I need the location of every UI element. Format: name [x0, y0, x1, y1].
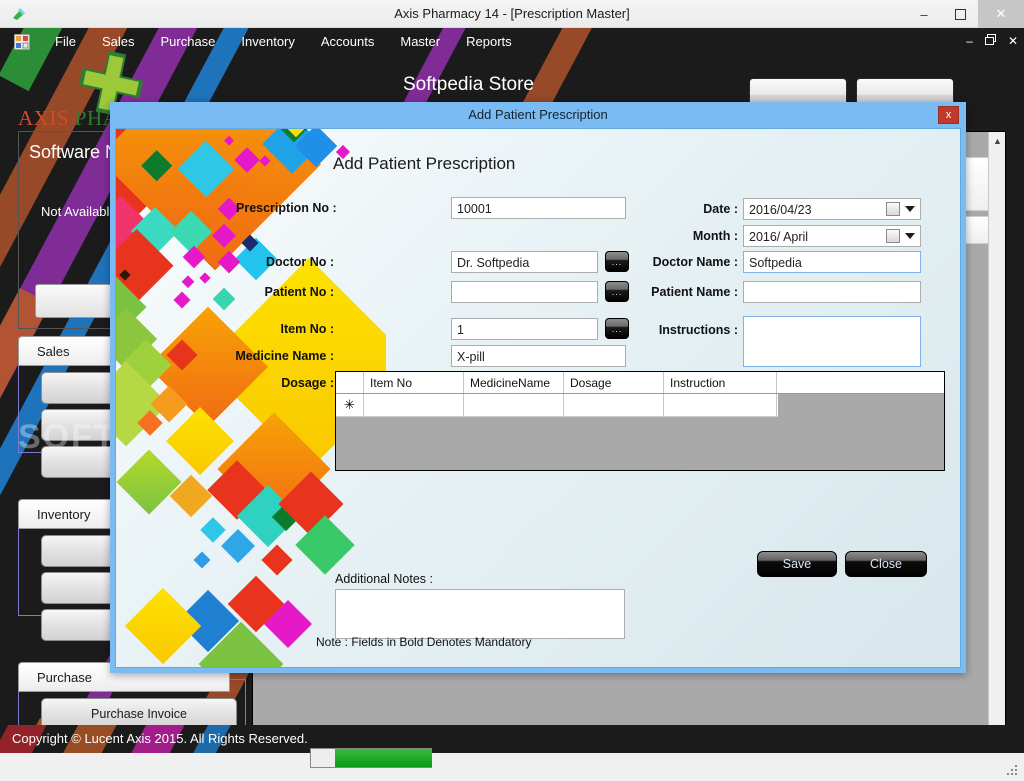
calendar-icon	[886, 229, 900, 243]
label-prescription-no: Prescription No :	[236, 201, 337, 215]
save-button[interactable]: Save	[757, 551, 837, 577]
prescription-items-grid[interactable]: Item No MedicineName Dosage Instruction …	[335, 371, 945, 471]
label-date: Date :	[703, 202, 738, 216]
os-maximize-button[interactable]	[942, 0, 978, 28]
doctor-no-input[interactable]: Dr. Softpedia	[451, 251, 598, 273]
ellipsis-icon: ...	[611, 287, 623, 297]
maximize-icon	[954, 8, 966, 20]
ellipsis-icon: ...	[611, 324, 623, 334]
grid-cell-medicine-name[interactable]	[464, 394, 564, 416]
dialog-heading: Add Patient Prescription	[333, 154, 516, 173]
instructions-textarea[interactable]	[743, 316, 921, 367]
mdi-minimize-button[interactable]: –	[966, 34, 973, 48]
mdi-window-controls: – ✕	[966, 34, 1018, 48]
close-button[interactable]: Close	[845, 551, 927, 577]
grid-header-medicine-name: MedicineName	[464, 372, 564, 393]
label-doctor-no: Doctor No :	[265, 255, 334, 269]
label-patient-name: Patient Name :	[651, 285, 738, 299]
store-title: Softpedia Store	[403, 74, 534, 95]
os-close-button[interactable]: ✕	[978, 0, 1024, 28]
item-no-browse-button[interactable]: ...	[605, 318, 629, 339]
dialog-close-button[interactable]: x	[938, 106, 959, 124]
progressbar-fill	[335, 749, 432, 767]
os-minimize-button[interactable]: –	[906, 0, 942, 28]
statusbar: Copyright © Lucent Axis 2015. All Rights…	[0, 725, 1024, 753]
grid-header-dosage: Dosage	[564, 372, 664, 393]
grid-header-row: Item No MedicineName Dosage Instruction	[336, 372, 944, 394]
menu-item-purchase[interactable]: Purchase	[147, 28, 228, 56]
mdi-close-button[interactable]: ✕	[1008, 34, 1018, 48]
statusbar-copyright: Copyright © Lucent Axis 2015. All Rights…	[12, 731, 308, 746]
menu-item-reports[interactable]: Reports	[453, 28, 525, 56]
scroll-up-icon[interactable]: ▲	[989, 132, 1006, 149]
additional-notes-textarea[interactable]	[335, 589, 625, 639]
month-picker-value: 2016/ April	[749, 230, 809, 244]
ellipsis-icon: ...	[611, 257, 623, 267]
grid-header-item-no: Item No	[364, 372, 464, 393]
mdi-restore-button[interactable]	[984, 34, 996, 48]
mandatory-fields-note: Note : Fields in Bold Denotes Mandatory	[316, 635, 532, 649]
logo-text-axis: AXIS	[18, 106, 75, 130]
menu-item-sales[interactable]: Sales	[89, 28, 148, 56]
prescription-no-input[interactable]: 10001	[451, 197, 626, 219]
patient-name-input[interactable]	[743, 281, 921, 303]
label-patient-no: Patient No :	[264, 285, 334, 299]
calendar-icon	[886, 202, 900, 216]
menubar: File Sales Purchase Inventory Accounts M…	[0, 28, 1024, 56]
label-doctor-name: Doctor Name :	[652, 255, 738, 269]
medicine-name-input[interactable]: X-pill	[451, 345, 626, 367]
menu-item-inventory[interactable]: Inventory	[228, 28, 307, 56]
item-no-input[interactable]: 1	[451, 318, 598, 340]
grid-cell-dosage[interactable]	[564, 394, 664, 416]
os-titlebar: Axis Pharmacy 14 - [Prescription Master]…	[0, 0, 1024, 28]
grid-cell-instruction[interactable]	[664, 394, 777, 416]
grid-header-instruction: Instruction	[664, 372, 777, 393]
app-menu-icon	[14, 34, 30, 50]
chevron-down-icon[interactable]	[905, 206, 915, 212]
os-window-title: Axis Pharmacy 14 - [Prescription Master]	[394, 6, 630, 21]
dialog-titlebar: Add Patient Prescription	[468, 107, 608, 122]
add-patient-prescription-dialog: Add Patient Prescription x Add Patient P…	[110, 102, 966, 673]
os-window-controls: – ✕	[906, 0, 1024, 28]
label-dosage: Dosage :	[281, 376, 334, 390]
patient-no-input[interactable]	[451, 281, 598, 303]
grid-header-rowsel	[336, 372, 364, 393]
restore-icon	[984, 34, 996, 45]
grid-new-row-marker: ✳	[336, 394, 364, 416]
date-picker-input[interactable]: 2016/04/23	[743, 198, 921, 220]
workarea-vscrollbar[interactable]: ▲ ▼	[988, 132, 1005, 737]
software-news-body: Not Available	[41, 204, 117, 219]
doctor-name-input[interactable]: Softpedia	[743, 251, 921, 273]
chevron-down-icon[interactable]	[905, 233, 915, 239]
menu-item-master[interactable]: Master	[387, 28, 453, 56]
screen-root: Axis Pharmacy 14 - [Prescription Master]…	[0, 0, 1024, 781]
software-news-title: Software N	[29, 142, 119, 162]
grid-cell-item-no[interactable]	[364, 394, 464, 416]
menu-item-file[interactable]: File	[42, 28, 89, 56]
label-instructions: Instructions :	[658, 323, 738, 337]
statusbar-progressbar	[310, 748, 432, 768]
label-month: Month :	[692, 229, 738, 243]
label-medicine-name: Medicine Name :	[235, 349, 334, 363]
label-additional-notes: Additional Notes :	[335, 572, 433, 586]
month-picker-input[interactable]: 2016/ April	[743, 225, 921, 247]
date-picker-value: 2016/04/23	[749, 203, 812, 217]
resize-grip-icon[interactable]	[1007, 765, 1019, 777]
grid-new-row[interactable]: ✳	[336, 394, 778, 417]
menu-item-accounts[interactable]: Accounts	[308, 28, 387, 56]
dialog-body: Add Patient Prescription Prescription No…	[115, 128, 961, 668]
label-item-no: Item No :	[280, 322, 334, 336]
